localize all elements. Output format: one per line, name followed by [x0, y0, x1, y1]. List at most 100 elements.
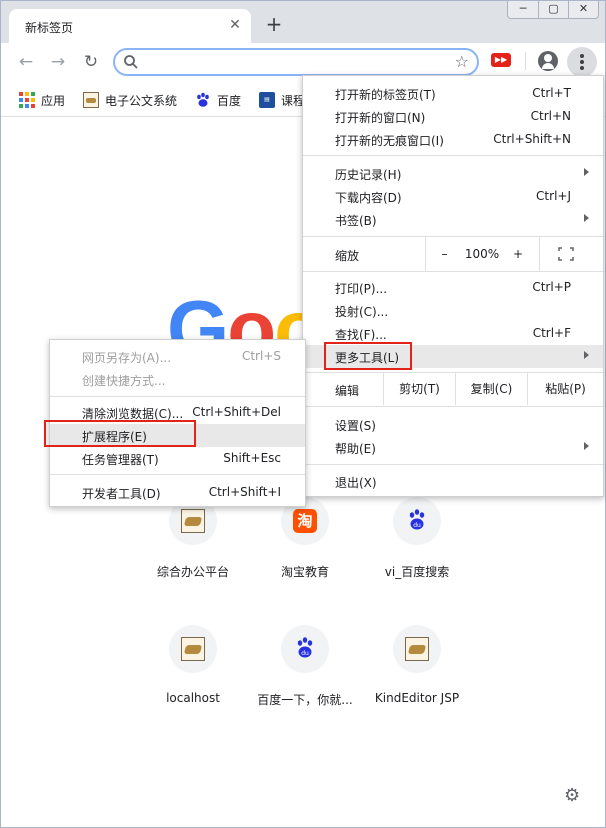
reload-icon[interactable]: ↻ [80, 51, 102, 73]
bookmark-label: 应用 [41, 93, 66, 108]
shortcut-tile[interactable]: localhost [133, 625, 253, 705]
bookmark-document-system[interactable]: 电子公文系统 [83, 91, 177, 109]
menu-divider [303, 464, 603, 465]
submenu-arrow-icon [584, 351, 589, 359]
shortcut-tile[interactable]: 淘 淘宝教育 [245, 497, 365, 580]
tile-label: 综合办公平台 [156, 565, 229, 579]
course-icon: ▤ [259, 92, 275, 108]
fullscreen-button[interactable] [539, 237, 603, 271]
zoom-out-button[interactable]: – [425, 237, 463, 271]
bookmark-course[interactable]: ▤ 课程 [259, 91, 305, 109]
menu-item-label: 查找(F)... [335, 328, 387, 342]
baidu-paw-icon: du [297, 637, 313, 658]
submenu-item-developer-tools[interactable]: 开发者工具(D) Ctrl+Shift+I [50, 481, 305, 504]
tab-new-tab[interactable]: 新标签页 ✕ [9, 9, 251, 43]
submenu-arrow-icon [584, 442, 589, 450]
submenu-arrow-icon [584, 168, 589, 176]
menu-item-help[interactable]: 帮助(E) [303, 436, 603, 459]
menu-divider [50, 396, 305, 397]
zoom-level: 100% [464, 247, 500, 261]
menu-item-label: 打开新的窗口(N) [335, 111, 426, 125]
bookmark-baidu[interactable]: 百度 [195, 91, 241, 109]
menu-item-bookmarks[interactable]: 书签(B) [303, 208, 603, 231]
menu-item-new-incognito-window[interactable]: 打开新的无痕窗口(I) Ctrl+Shift+N [303, 128, 603, 151]
shortcut-tile[interactable]: 综合办公平台 [133, 497, 253, 580]
highlight-box-more-tools [324, 342, 412, 370]
svg-text:du: du [301, 650, 309, 657]
baidu-paw-icon: du [409, 509, 425, 530]
menu-item-new-window[interactable]: 打开新的窗口(N) Ctrl+N [303, 105, 603, 128]
shortcut-tile[interactable]: du 百度一下，你就... [245, 625, 365, 708]
profile-avatar-icon[interactable] [538, 51, 558, 71]
new-tab-button[interactable]: + [263, 14, 285, 36]
menu-item-history[interactable]: 历史记录(H) [303, 162, 603, 185]
menu-item-new-tab[interactable]: 打开新的标签页(T) Ctrl+T [303, 82, 603, 105]
close-icon[interactable]: ✕ [227, 17, 243, 33]
gear-icon[interactable]: ⚙ [564, 785, 580, 806]
tile-icon-circle [169, 625, 217, 673]
menu-item-shortcut: Shift+Esc [223, 451, 281, 465]
menu-item-cast[interactable]: 投射(C)... [303, 299, 603, 322]
shortcut-tile[interactable]: KindEditor JSP [357, 625, 477, 705]
svg-text:du: du [413, 522, 421, 529]
bookmark-label: 百度 [217, 93, 242, 108]
maximize-button[interactable]: ▢ [538, 1, 568, 18]
menu-item-label: 开发者工具(D) [82, 487, 161, 501]
minimize-button[interactable]: ─ [508, 1, 538, 18]
highlight-box-extensions [44, 420, 196, 447]
tile-icon-circle [393, 625, 441, 673]
menu-item-shortcut: Ctrl+Shift+I [208, 485, 281, 499]
menu-item-label: 书签(B) [335, 214, 377, 228]
kebab-dot [580, 60, 584, 64]
zoom-in-button[interactable]: + [501, 237, 535, 271]
submenu-item-task-manager[interactable]: 任务管理器(T) Shift+Esc [50, 447, 305, 470]
menu-item-print[interactable]: 打印(P)... Ctrl+P [303, 276, 603, 299]
more-menu-button[interactable] [567, 47, 597, 77]
copy-button[interactable]: 复制(C) [455, 373, 527, 405]
menu-item-label: 投射(C)... [335, 305, 389, 319]
tile-label: localhost [166, 691, 220, 705]
menu-item-label: 历史记录(H) [335, 168, 402, 182]
menu-item-label: 下载内容(D) [335, 191, 402, 205]
shortcut-tile[interactable]: du vi_百度搜索 [357, 497, 477, 580]
fullscreen-icon [558, 247, 574, 261]
star-icon[interactable]: ☆ [455, 52, 469, 71]
menu-item-shortcut: Ctrl+N [530, 109, 571, 123]
menu-item-label: 设置(S) [335, 419, 376, 433]
window-close-button[interactable]: ✕ [568, 1, 598, 18]
tomcat-icon [83, 92, 99, 108]
paste-button[interactable]: 粘贴(P) [527, 373, 603, 405]
menu-edit-row: 编辑 剪切(T) 复制(C) 粘贴(P) [303, 373, 603, 405]
cut-button[interactable]: 剪切(T) [383, 373, 455, 405]
bookmark-label: 电子公文系统 [105, 93, 178, 108]
kebab-dot [580, 66, 584, 70]
chrome-main-menu: 打开新的标签页(T) Ctrl+T 打开新的窗口(N) Ctrl+N 打开新的无… [302, 75, 604, 497]
youtube-extension-icon[interactable]: ▶▶ [491, 53, 511, 67]
menu-item-downloads[interactable]: 下载内容(D) Ctrl+J [303, 185, 603, 208]
browser-window: 新标签页 ✕ + ─ ▢ ✕ ← → ↻ ☆ ▶▶ 应用 电子公文系统 百度 ▤… [0, 0, 606, 828]
menu-item-label: 退出(X) [335, 476, 377, 490]
tab-title: 新标签页 [25, 21, 74, 35]
edit-label: 编辑 [335, 384, 360, 398]
submenu-item-save-page-as: 网页另存为(A)... Ctrl+S [50, 345, 305, 368]
address-bar[interactable]: ☆ [113, 48, 479, 76]
menu-divider [303, 155, 603, 156]
tab-strip: 新标签页 ✕ + ─ ▢ ✕ [1, 1, 605, 43]
menu-item-label: 打开新的无痕窗口(I) [335, 134, 444, 148]
menu-divider [303, 271, 603, 272]
menu-divider [303, 406, 603, 407]
menu-item-label: 网页另存为(A)... [82, 351, 172, 365]
menu-item-exit[interactable]: 退出(X) [303, 470, 603, 493]
menu-item-label: 帮助(E) [335, 442, 376, 456]
menu-item-shortcut: Ctrl+P [532, 280, 571, 294]
kebab-dot [580, 54, 584, 58]
search-icon [124, 55, 138, 69]
forward-icon[interactable]: → [47, 51, 69, 73]
menu-item-settings[interactable]: 设置(S) [303, 413, 603, 436]
tile-label: 百度一下，你就... [257, 693, 353, 707]
menu-item-label: 打开新的标签页(T) [335, 88, 436, 102]
bookmark-apps[interactable]: 应用 [19, 91, 65, 109]
tile-label: KindEditor JSP [374, 691, 460, 705]
tile-label: vi_百度搜索 [384, 565, 450, 579]
back-icon[interactable]: ← [15, 51, 37, 73]
